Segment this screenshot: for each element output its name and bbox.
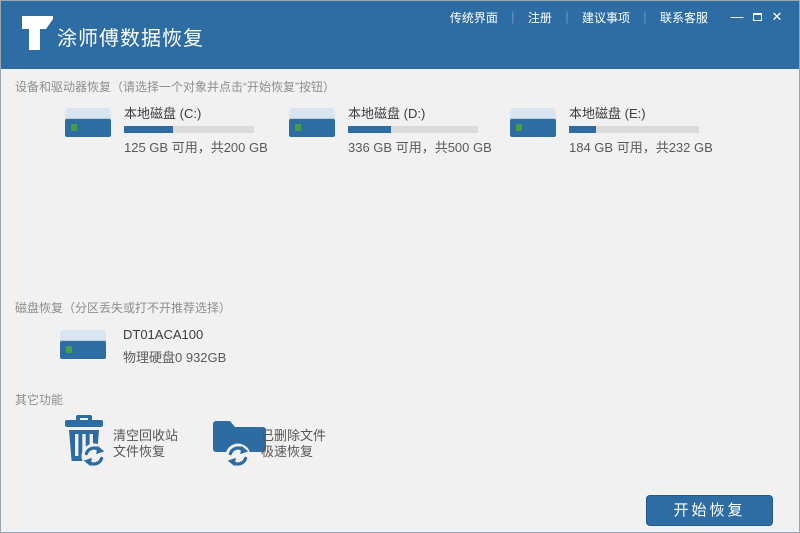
disk-label: 本地磁盘 (E:) (569, 103, 701, 122)
devices-section-title: 设备和驱动器恢复（请选择一个对象并点击“开始恢复”按钮） (15, 78, 335, 95)
disk-label: 本地磁盘 (D:) (348, 103, 480, 122)
maximize-button[interactable] (747, 7, 767, 27)
recycle-bin-recovery-item[interactable]: 清空回收站 文件恢复 (61, 415, 211, 471)
disk-drive-icon (64, 107, 112, 139)
feature-label-line2: 文件恢复 (113, 444, 178, 460)
menu-separator: ｜ (561, 9, 573, 26)
menu-register[interactable]: 注册 (519, 9, 561, 26)
maximize-icon (753, 13, 762, 21)
app-logo-icon (22, 16, 58, 52)
feature-label-line1: 已删除文件 (261, 428, 326, 444)
disk-drive-icon (288, 107, 336, 139)
disk-usage-fill (569, 126, 596, 133)
close-button[interactable]: ✕ (767, 7, 787, 27)
disk-capacity: 125 GB 可用，共200 GB (124, 137, 256, 156)
menu-separator: ｜ (639, 9, 651, 26)
minimize-button[interactable]: — (727, 7, 747, 27)
app-window: 涂师傅数据恢复 传统界面 ｜ 注册 ｜ 建议事项 ｜ 联系客服 — ✕ 设备和驱… (0, 0, 800, 533)
disk-drive-icon (509, 107, 557, 139)
disk-capacity: 336 GB 可用，共500 GB (348, 137, 480, 156)
physical-disk-icon (59, 329, 107, 361)
deleted-files-recovery-item[interactable]: 已删除文件 极速恢复 (211, 415, 361, 471)
app-title: 涂师傅数据恢复 (57, 22, 204, 51)
feature-label-line2: 极速恢复 (261, 444, 326, 460)
other-section-title: 其它功能 (15, 391, 63, 408)
disk-usage-bar (569, 126, 699, 133)
menu-classic-ui[interactable]: 传统界面 (441, 9, 507, 26)
disk-usage-fill (124, 126, 173, 133)
disk-label: 本地磁盘 (C:) (124, 103, 256, 122)
physical-disk-detail: 物理硬盘0 932GB (123, 347, 226, 366)
window-controls: — ✕ (727, 7, 787, 27)
disk-capacity: 184 GB 可用，共232 GB (569, 137, 701, 156)
recycle-bin-recovery-icon (61, 415, 109, 469)
disk-usage-bar (348, 126, 478, 133)
physical-disk-model: DT01ACA100 (123, 327, 226, 342)
feature-label-line1: 清空回收站 (113, 428, 178, 444)
title-bar: 涂师傅数据恢复 传统界面 ｜ 注册 ｜ 建议事项 ｜ 联系客服 — ✕ (1, 1, 799, 69)
menu-separator: ｜ (507, 9, 519, 26)
disk-usage-fill (348, 126, 391, 133)
start-recovery-button[interactable]: 开始恢复 (646, 495, 773, 526)
disk-recovery-section-title: 磁盘恢复（分区丢失或打不开推荐选择） (15, 299, 231, 316)
top-menu: 传统界面 ｜ 注册 ｜ 建议事项 ｜ 联系客服 — ✕ (441, 7, 787, 27)
menu-contact-support[interactable]: 联系客服 (651, 9, 717, 26)
menu-suggestions[interactable]: 建议事项 (573, 9, 639, 26)
disk-usage-bar (124, 126, 254, 133)
